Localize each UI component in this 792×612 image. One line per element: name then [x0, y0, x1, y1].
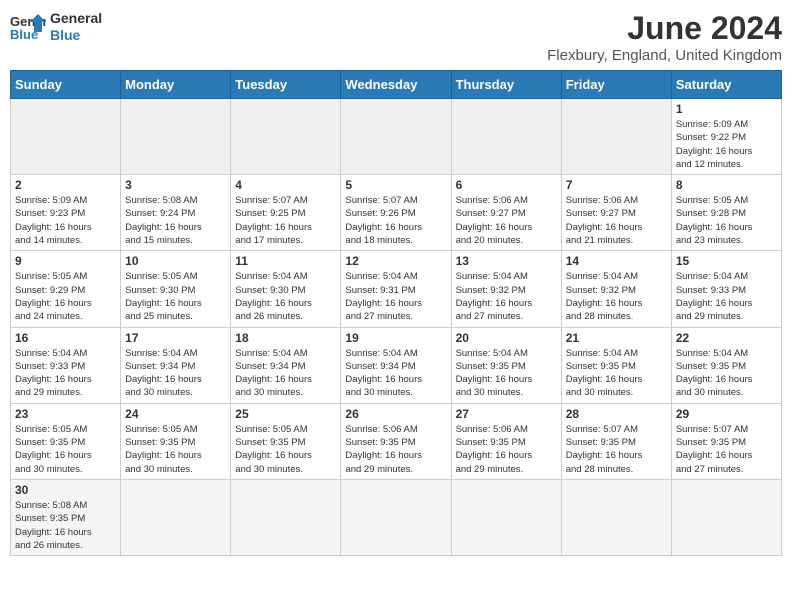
day-11: 11 Sunrise: 5:04 AMSunset: 9:30 PMDaylig… — [231, 251, 341, 327]
week-row-6: 30 Sunrise: 5:08 AMSunset: 9:35 PMDaylig… — [11, 479, 782, 555]
day-1-info: Sunrise: 5:09 AMSunset: 9:22 PMDaylight:… — [676, 118, 777, 171]
day-14: 14 Sunrise: 5:04 AMSunset: 9:32 PMDaylig… — [561, 251, 671, 327]
day-22: 22 Sunrise: 5:04 AMSunset: 9:35 PMDaylig… — [671, 327, 781, 403]
day-2: 2 Sunrise: 5:09 AMSunset: 9:23 PMDayligh… — [11, 175, 121, 251]
logo-blue: Blue — [50, 27, 102, 44]
header-saturday: Saturday — [671, 71, 781, 99]
day-30: 30 Sunrise: 5:08 AMSunset: 9:35 PMDaylig… — [11, 479, 121, 555]
day-18: 18 Sunrise: 5:04 AMSunset: 9:34 PMDaylig… — [231, 327, 341, 403]
empty-cell — [561, 99, 671, 175]
day-23: 23 Sunrise: 5:05 AMSunset: 9:35 PMDaylig… — [11, 403, 121, 479]
header-monday: Monday — [121, 71, 231, 99]
header-tuesday: Tuesday — [231, 71, 341, 99]
day-15: 15 Sunrise: 5:04 AMSunset: 9:33 PMDaylig… — [671, 251, 781, 327]
day-6: 6 Sunrise: 5:06 AMSunset: 9:27 PMDayligh… — [451, 175, 561, 251]
day-24: 24 Sunrise: 5:05 AMSunset: 9:35 PMDaylig… — [121, 403, 231, 479]
header-wednesday: Wednesday — [341, 71, 451, 99]
calendar-table: Sunday Monday Tuesday Wednesday Thursday… — [10, 70, 782, 556]
day-19: 19 Sunrise: 5:04 AMSunset: 9:34 PMDaylig… — [341, 327, 451, 403]
empty-cell — [671, 479, 781, 555]
day-25: 25 Sunrise: 5:05 AMSunset: 9:35 PMDaylig… — [231, 403, 341, 479]
logo: General Blue General Blue — [10, 10, 102, 44]
day-3: 3 Sunrise: 5:08 AMSunset: 9:24 PMDayligh… — [121, 175, 231, 251]
day-4: 4 Sunrise: 5:07 AMSunset: 9:25 PMDayligh… — [231, 175, 341, 251]
page-header: General Blue General Blue June 2024 Flex… — [10, 10, 782, 64]
day-5: 5 Sunrise: 5:07 AMSunset: 9:26 PMDayligh… — [341, 175, 451, 251]
day-20: 20 Sunrise: 5:04 AMSunset: 9:35 PMDaylig… — [451, 327, 561, 403]
day-7: 7 Sunrise: 5:06 AMSunset: 9:27 PMDayligh… — [561, 175, 671, 251]
location: Flexbury, England, United Kingdom — [547, 47, 782, 64]
title-block: June 2024 Flexbury, England, United King… — [547, 10, 782, 64]
day-16: 16 Sunrise: 5:04 AMSunset: 9:33 PMDaylig… — [11, 327, 121, 403]
day-17: 17 Sunrise: 5:04 AMSunset: 9:34 PMDaylig… — [121, 327, 231, 403]
day-12: 12 Sunrise: 5:04 AMSunset: 9:31 PMDaylig… — [341, 251, 451, 327]
day-21: 21 Sunrise: 5:04 AMSunset: 9:35 PMDaylig… — [561, 327, 671, 403]
empty-cell — [341, 479, 451, 555]
week-row-2: 2 Sunrise: 5:09 AMSunset: 9:23 PMDayligh… — [11, 175, 782, 251]
header-friday: Friday — [561, 71, 671, 99]
week-row-3: 9 Sunrise: 5:05 AMSunset: 9:29 PMDayligh… — [11, 251, 782, 327]
day-9: 9 Sunrise: 5:05 AMSunset: 9:29 PMDayligh… — [11, 251, 121, 327]
day-26: 26 Sunrise: 5:06 AMSunset: 9:35 PMDaylig… — [341, 403, 451, 479]
empty-cell — [231, 99, 341, 175]
day-27: 27 Sunrise: 5:06 AMSunset: 9:35 PMDaylig… — [451, 403, 561, 479]
month-year: June 2024 — [547, 10, 782, 47]
day-8: 8 Sunrise: 5:05 AMSunset: 9:28 PMDayligh… — [671, 175, 781, 251]
day-1: 1 Sunrise: 5:09 AMSunset: 9:22 PMDayligh… — [671, 99, 781, 175]
empty-cell — [121, 479, 231, 555]
day-29: 29 Sunrise: 5:07 AMSunset: 9:35 PMDaylig… — [671, 403, 781, 479]
weekday-header-row: Sunday Monday Tuesday Wednesday Thursday… — [11, 71, 782, 99]
week-row-4: 16 Sunrise: 5:04 AMSunset: 9:33 PMDaylig… — [11, 327, 782, 403]
empty-cell — [231, 479, 341, 555]
day-10: 10 Sunrise: 5:05 AMSunset: 9:30 PMDaylig… — [121, 251, 231, 327]
empty-cell — [451, 479, 561, 555]
empty-cell — [341, 99, 451, 175]
header-thursday: Thursday — [451, 71, 561, 99]
week-row-5: 23 Sunrise: 5:05 AMSunset: 9:35 PMDaylig… — [11, 403, 782, 479]
day-13: 13 Sunrise: 5:04 AMSunset: 9:32 PMDaylig… — [451, 251, 561, 327]
empty-cell — [451, 99, 561, 175]
empty-cell — [561, 479, 671, 555]
svg-text:Blue: Blue — [10, 27, 38, 42]
empty-cell — [11, 99, 121, 175]
logo-icon: General Blue — [10, 12, 46, 42]
week-row-1: 1 Sunrise: 5:09 AMSunset: 9:22 PMDayligh… — [11, 99, 782, 175]
day-28: 28 Sunrise: 5:07 AMSunset: 9:35 PMDaylig… — [561, 403, 671, 479]
header-sunday: Sunday — [11, 71, 121, 99]
logo-general: General — [50, 10, 102, 27]
empty-cell — [121, 99, 231, 175]
